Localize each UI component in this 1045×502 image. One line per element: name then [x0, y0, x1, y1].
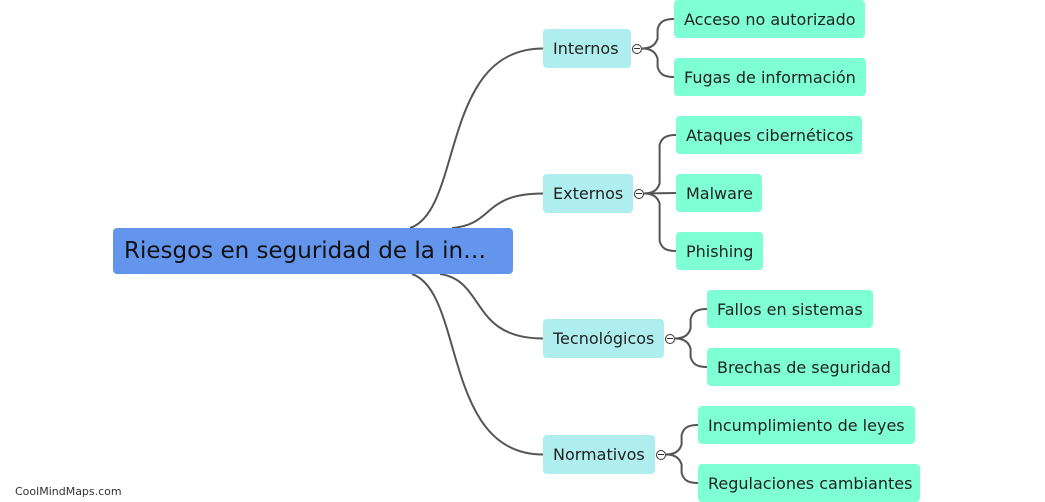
branch-to-leaf-edge — [641, 47, 675, 78]
branch-node[interactable]: Normativos — [543, 435, 655, 474]
branch-to-leaf-edge — [674, 337, 708, 368]
branch-label: Tecnológicos — [553, 329, 655, 348]
leaf-label: Regulaciones cambiantes — [708, 473, 913, 493]
leaf-label: Incumplimiento de leyes — [708, 415, 905, 435]
branch-node[interactable]: Externos — [543, 174, 633, 213]
leaf-label: Brechas de seguridad — [717, 357, 891, 377]
collapse-minus-icon[interactable] — [634, 188, 644, 199]
branch-label: Internos — [553, 39, 619, 58]
root-label: Riesgos en seguridad de la in… — [124, 238, 487, 264]
watermark: CoolMindMaps.com — [15, 485, 122, 498]
branch-to-leaf-edge — [674, 308, 708, 340]
branch-node[interactable]: Internos — [543, 29, 631, 68]
root-to-branch-edge — [451, 192, 544, 229]
leaf-node[interactable]: Regulaciones cambiantes — [698, 464, 920, 502]
collapse-minus-icon[interactable] — [665, 333, 675, 344]
leaf-label: Phishing — [686, 241, 754, 261]
leaf-label: Ataques cibernéticos — [686, 125, 854, 145]
leaf-label: Acceso no autorizado — [684, 9, 856, 29]
branch-node[interactable]: Tecnológicos — [543, 319, 664, 358]
leaf-label: Fallos en sistemas — [717, 299, 863, 319]
branch-to-leaf-edge — [643, 192, 677, 252]
leaf-node[interactable]: Ataques cibernéticos — [676, 116, 862, 154]
branch-label: Externos — [553, 184, 624, 203]
leaf-label: Malware — [686, 183, 754, 203]
leaf-node[interactable]: Phishing — [676, 232, 763, 270]
leaf-node[interactable]: Acceso no autorizado — [674, 0, 865, 38]
branch-to-leaf-edge — [641, 18, 675, 50]
root-to-branch-edge — [439, 273, 544, 340]
root-to-branch-edge — [409, 47, 544, 229]
collapse-minus-icon[interactable] — [656, 449, 666, 460]
leaf-node[interactable]: Incumplimiento de leyes — [698, 406, 915, 444]
root-node[interactable]: Riesgos en seguridad de la in… — [113, 228, 513, 274]
leaf-node[interactable]: Fallos en sistemas — [707, 290, 873, 328]
collapse-minus-icon[interactable] — [632, 43, 642, 54]
branch-to-leaf-edge — [665, 424, 699, 456]
branch-label: Normativos — [553, 445, 645, 464]
leaf-label: Fugas de información — [684, 67, 856, 87]
leaf-node[interactable]: Fugas de información — [674, 58, 866, 96]
branch-to-leaf-edge — [643, 134, 677, 195]
branch-to-leaf-edge — [665, 453, 699, 484]
root-to-branch-edge — [411, 273, 544, 456]
leaf-node[interactable]: Malware — [676, 174, 762, 212]
leaf-node[interactable]: Brechas de seguridad — [707, 348, 900, 386]
